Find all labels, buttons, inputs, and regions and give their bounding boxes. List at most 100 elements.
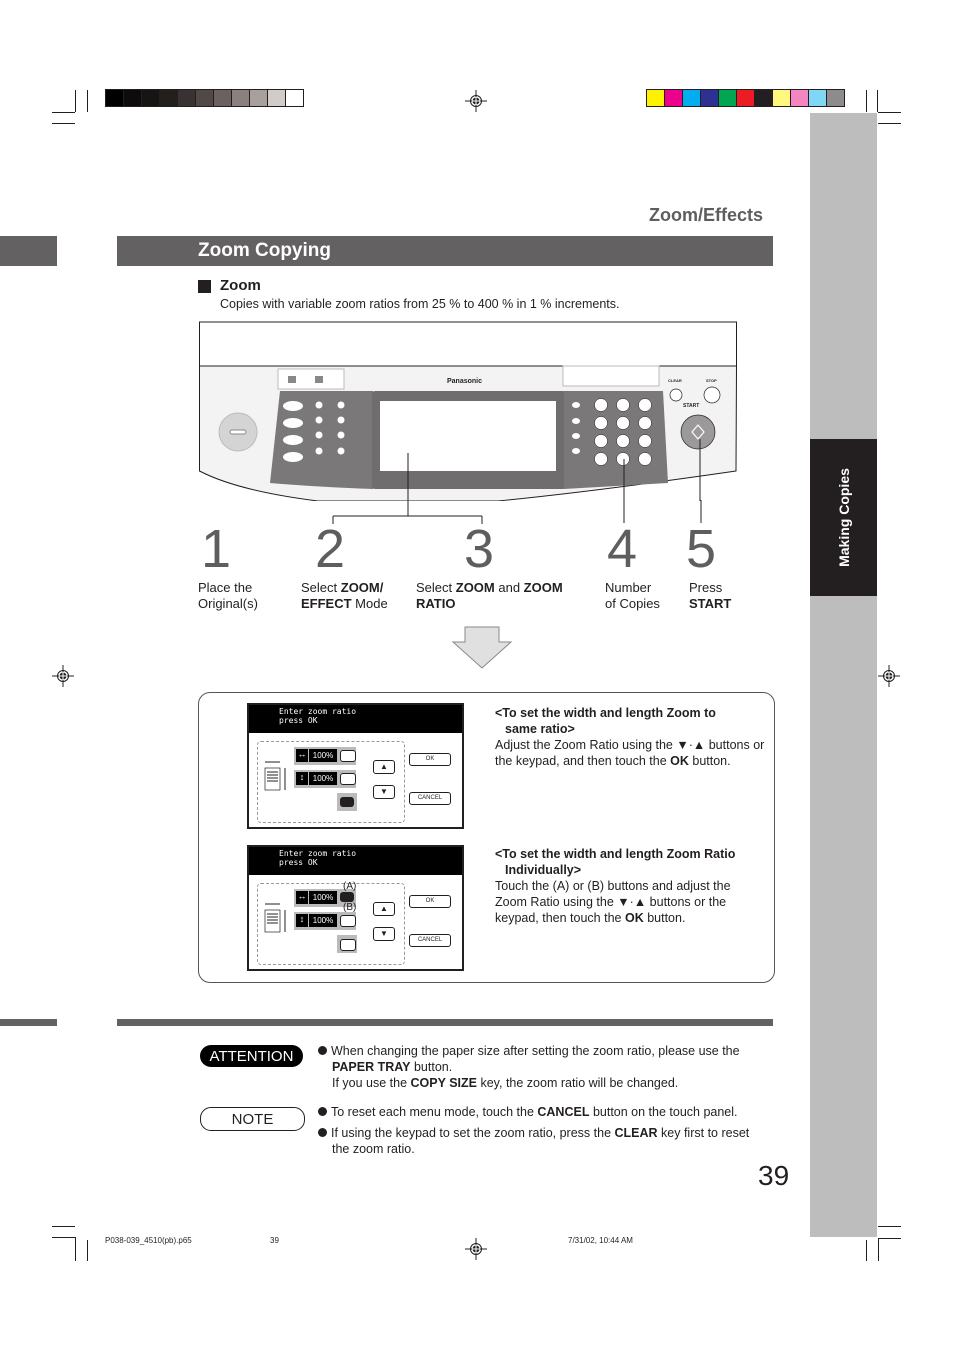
width-ratio-button[interactable] [340,750,356,762]
step-text: Select ZOOM/ EFFECT Mode [301,580,388,612]
cancel-button[interactable]: CANCEL [409,934,451,947]
vertical-arrows-icon: ↕ [296,772,308,785]
title-bar-stub [0,236,57,266]
note-bold: CLEAR [614,1126,658,1140]
down-arrow-icon [451,626,513,669]
grayscale-color-bar [105,89,304,107]
button-a-selected[interactable] [340,892,354,902]
both-ratio-button-selected[interactable] [340,797,354,807]
registration-mark-icon [878,665,900,687]
subsection-description: Copies with variable zoom ratios from 25… [220,297,620,311]
side-index-strip [810,113,877,1237]
section-rule-stub [0,1019,57,1026]
subsection-title: Zoom [220,277,261,294]
panel-label-clear: CLEAR [668,378,682,383]
instruction-body: button. [688,754,731,768]
registration-mark-icon [465,1238,487,1260]
panel-label-stop: STOP [706,378,717,383]
down-button[interactable]: ▼ [373,927,395,941]
instruction-heading: same ratio> [505,722,575,736]
instruction-individual-ratio: <To set the width and length Zoom Ratio … [495,846,765,926]
bullet-icon [318,1107,327,1116]
color-swatch [286,90,303,106]
note-badge: NOTE [200,1107,305,1131]
instruction-same-ratio: <To set the width and length Zoom to sam… [495,705,765,769]
step-text: Place the Original(s) [198,580,258,612]
note-text: the zoom ratio. [332,1142,415,1156]
section-heading: Zoom/Effects [649,205,764,225]
screen-prompt: Enter zoom ratio press OK [249,705,462,733]
step-number: 1 [201,519,232,579]
title-bar: Zoom Copying [117,236,773,266]
down-button[interactable]: ▼ [373,785,395,799]
attention-line: button. [410,1060,453,1074]
prompt-line: press OK [279,858,318,867]
step-text-bold: EFFECT [301,596,352,611]
length-ratio-button[interactable] [340,773,356,785]
step-text-line: Number [605,580,652,595]
document-icon [264,761,286,791]
horizontal-arrows-icon: ↔ [296,891,308,904]
color-swatch [268,90,286,106]
length-ratio-row: ↕ 100% [294,770,356,788]
color-swatch [773,90,791,106]
color-swatch [755,90,773,106]
color-swatch [196,90,214,106]
step-number: 4 [607,519,638,579]
footer-page: 39 [270,1236,279,1245]
instruction-heading: <To set the width and length Zoom Ratio [495,847,736,861]
note-text: To reset each menu mode, touch the [331,1105,538,1119]
note-text: key first to reset [657,1126,750,1140]
ok-button[interactable]: OK [409,753,451,766]
cancel-button[interactable]: CANCEL [409,792,451,805]
step-text-line: Place the [198,580,253,595]
color-swatch [160,90,178,106]
color-swatch [142,90,160,106]
button-b[interactable] [340,915,356,927]
screen-prompt: Enter zoom ratio press OK [249,847,462,875]
color-swatch [250,90,268,106]
color-swatch [232,90,250,106]
label-a: (A) [343,881,357,892]
attention-badge: ATTENTION [200,1045,303,1067]
length-ratio-value: 100% [309,772,337,785]
attention-line: key, the zoom ratio will be changed. [477,1076,679,1090]
panel-label-start: START [683,403,700,409]
step-text-bold: RATIO [416,596,456,611]
step-text: Select ZOOM and ZOOM RATIO [416,580,563,612]
registration-mark-icon [465,90,487,112]
step-text: Number of Copies [605,580,660,612]
attention-text: When changing the paper size after setti… [318,1043,778,1091]
up-button[interactable]: ▲ [373,760,395,774]
color-swatch [106,90,124,106]
step-text-bold: ZOOM [455,580,495,595]
footer-filename: P038-039_4510(pb).p65 [105,1236,192,1245]
side-tab-making-copies[interactable]: Making Copies [810,439,877,596]
color-swatch [647,90,665,106]
step-text-plain: Select [416,580,456,595]
both-ratio-row [337,935,357,953]
instruction-body: button. [643,911,686,925]
note-item: If using the keypad to set the zoom rati… [318,1125,778,1157]
step-text: Press START [689,580,731,612]
up-button[interactable]: ▲ [373,902,395,916]
note-text: If using the keypad to set the zoom rati… [331,1126,615,1140]
note-bold: CANCEL [537,1105,590,1119]
color-swatch [178,90,196,106]
step-text-line: Original(s) [198,596,258,611]
step-text-plain: Select [301,580,341,595]
step-number: 5 [686,519,717,579]
ok-button[interactable]: OK [409,895,451,908]
section-rule [117,1019,773,1026]
instruction-body-bold: OK [670,754,689,768]
side-tab-label: Making Copies [835,468,852,567]
instruction-body-bold: OK [624,911,644,925]
step-text-line: Press [689,580,723,595]
color-swatch [737,90,755,106]
control-panel-drawing [199,321,738,526]
both-ratio-button[interactable] [340,939,356,951]
color-swatch [719,90,737,106]
step-number: 2 [315,519,346,579]
panel-brand: Panasonic [447,378,483,385]
instruction-body: Touch the (A) or (B) buttons and adjust … [495,879,731,925]
